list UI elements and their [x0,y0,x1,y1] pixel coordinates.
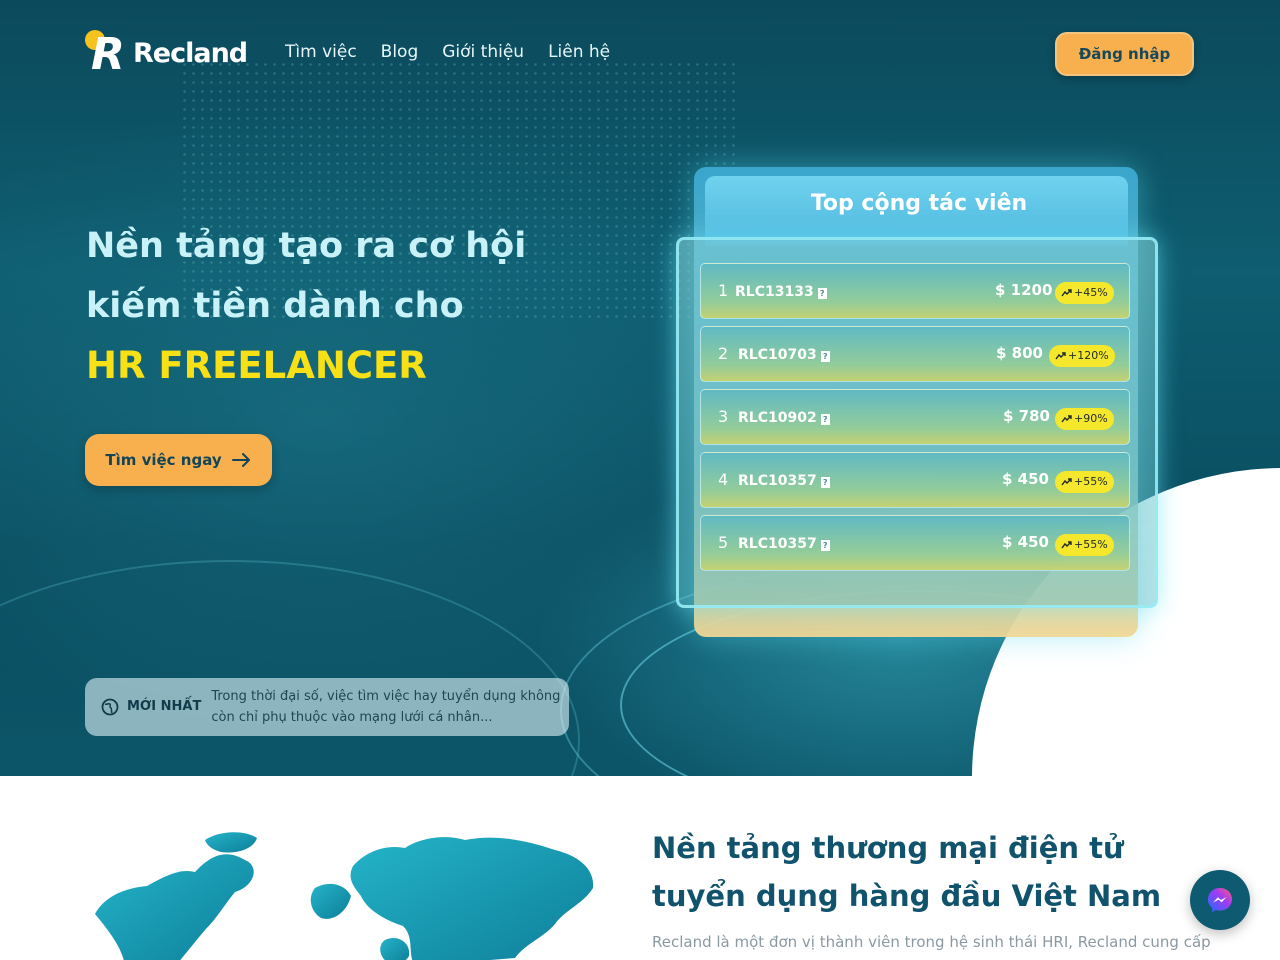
logo[interactable]: R Recland [85,30,248,78]
help-icon: ? [817,288,827,299]
row-collaborator-id: RLC10902? [738,408,830,428]
find-job-button-label: Tìm việc ngay [105,451,222,469]
help-icon: ? [820,351,830,362]
row-amount: $ 780 [1003,407,1050,425]
trend-up-icon [1061,289,1072,297]
row-change-badge: +45% [1055,282,1114,304]
hero-heading: Nền tảng tạo ra cơ hội kiếm tiền dành ch… [86,216,556,396]
messenger-icon [1208,888,1232,912]
logo-mark: R [85,30,131,78]
trend-up-icon [1061,541,1072,549]
globe-icon [101,698,119,716]
row-rank: 1 [718,281,729,300]
main-nav: Tìm việc Blog Giới thiệu Liên hệ [285,41,610,63]
help-icon: ? [820,477,830,488]
section-body: Recland là một đơn vị thành viên trong h… [652,933,1211,951]
row-collaborator-id: RLC10357? [738,471,830,491]
row-collaborator-id: RLC10703? [738,345,830,365]
logo-r-glyph: R [91,29,125,80]
nav-link-jobs[interactable]: Tìm việc [285,41,357,63]
leaderboard-row: 3 RLC10902? $ 780 +90% [700,389,1130,445]
messenger-chat-button[interactable] [1190,870,1250,930]
latest-news-bar[interactable]: MỚI NHẤT Trong thời đại số, việc tìm việ… [85,678,569,736]
row-rank: 2 [718,344,729,363]
login-button[interactable]: Đăng nhập [1055,32,1194,76]
row-change-badge: +55% [1055,471,1114,493]
row-change-badge: +90% [1055,408,1114,430]
section-title: Nền tảng thương mại điện tử tuyển dụng h… [652,831,1162,913]
find-job-button[interactable]: Tìm việc ngay [85,434,272,486]
logo-text: Recland [133,38,248,69]
hero-section: R Recland Tìm việc Blog Giới thiệu Liên … [0,0,1280,776]
help-icon: ? [820,540,830,551]
row-amount: $ 450 [1002,470,1049,488]
help-icon: ? [820,414,830,425]
hud-ring [0,560,580,776]
nav-link-about[interactable]: Giới thiệu [442,41,524,63]
nav-link-contact[interactable]: Liên hệ [548,41,610,63]
row-collaborator-id: RLC13133? [735,282,827,302]
row-amount: $ 450 [1002,533,1049,551]
hero-heading-accent: HR FREELANCER [86,344,427,387]
row-rank: 5 [718,533,729,552]
row-collaborator-id: RLC10357? [738,534,830,554]
arrow-right-icon [231,453,250,467]
hero-heading-line-1: Nền tảng tạo ra cơ hội [86,226,527,266]
row-change-badge: +55% [1055,534,1114,556]
leaderboard-row: 1 RLC13133? $ 1200 +45% [700,263,1130,319]
row-rank: 3 [718,407,729,426]
nav-link-blog[interactable]: Blog [381,41,419,63]
row-amount: $ 800 [996,344,1043,362]
row-change-badge: +120% [1049,345,1115,367]
news-excerpt: Trong thời đại số, việc tìm việc hay tuy… [211,689,561,725]
trend-up-icon [1055,352,1066,360]
world-map-illustration [95,832,594,960]
trend-up-icon [1061,415,1072,423]
hero-heading-line-2: kiếm tiền dành cho [86,286,464,326]
leaderboard-row: 2 RLC10703? $ 800 +120% [700,326,1130,382]
leaderboard-row: 4 RLC10357? $ 450 +55% [700,452,1130,508]
news-tag: MỚI NHẤT [127,699,202,714]
trend-up-icon [1061,478,1072,486]
row-amount: $ 1200 [995,281,1053,299]
leaderboard-title: Top cộng tác viên [810,191,1028,216]
row-rank: 4 [718,470,729,489]
leaderboard-row: 5 RLC10357? $ 450 +55% [700,515,1130,571]
